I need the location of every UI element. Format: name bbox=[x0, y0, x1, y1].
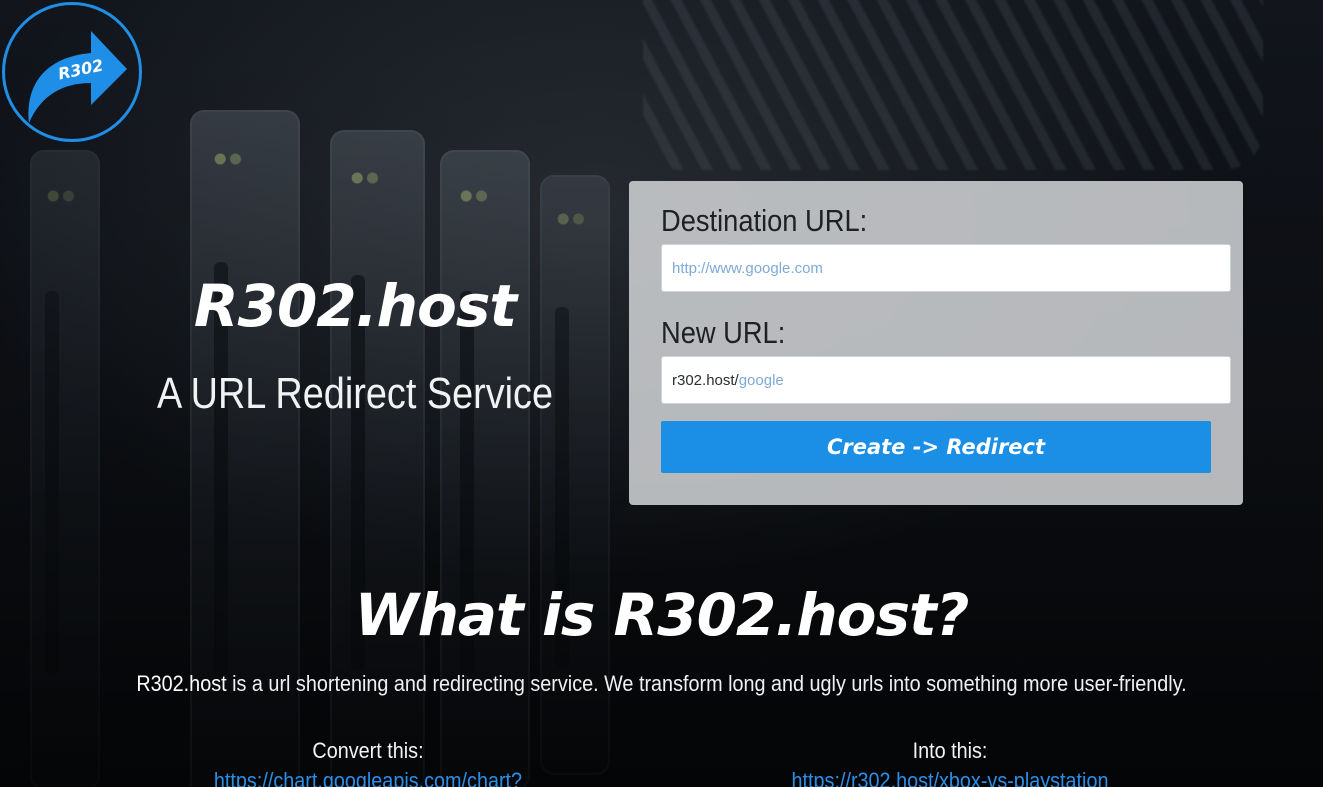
new-url-prefix: r302.host/ bbox=[672, 371, 739, 389]
about-title: What is R302.host? bbox=[354, 581, 970, 649]
destination-url-input[interactable] bbox=[672, 259, 1192, 277]
into-example-link[interactable]: https://r302.host/xbox-vs-playstation bbox=[770, 766, 1130, 787]
convert-heading: Convert this: bbox=[312, 738, 424, 763]
page: R302 R302.host A URL Redirect Service De… bbox=[0, 0, 1323, 787]
site-title: R302.host bbox=[193, 272, 517, 340]
curved-arrow-icon: R302 bbox=[28, 31, 127, 123]
about-brand: R302.host bbox=[136, 671, 227, 696]
new-url-label: New URL: bbox=[661, 315, 786, 350]
destination-url-field[interactable] bbox=[661, 244, 1231, 292]
new-url-slug-input[interactable]: google bbox=[739, 372, 784, 389]
convert-example: Convert this: https://chart.googleapis.c… bbox=[168, 736, 568, 787]
create-redirect-button[interactable]: Create -> Redirect bbox=[661, 421, 1211, 473]
site-logo[interactable]: R302 bbox=[2, 2, 142, 142]
site-subtitle: A URL Redirect Service bbox=[156, 369, 554, 418]
new-url-field[interactable]: r302.host/ google bbox=[661, 356, 1231, 404]
redirect-form-panel: Destination URL: New URL: r302.host/ goo… bbox=[629, 181, 1243, 505]
destination-url-label: Destination URL: bbox=[661, 203, 868, 238]
about-description-text: is a url shortening and redirecting serv… bbox=[226, 671, 1187, 696]
convert-example-link[interactable]: https://chart.googleapis.com/chart? bbox=[188, 766, 548, 787]
into-example: Into this: https://r302.host/xbox-vs-pla… bbox=[750, 736, 1150, 787]
about-description: R302.host is a url shortening and redire… bbox=[66, 668, 1257, 700]
into-heading: Into this: bbox=[912, 738, 988, 763]
